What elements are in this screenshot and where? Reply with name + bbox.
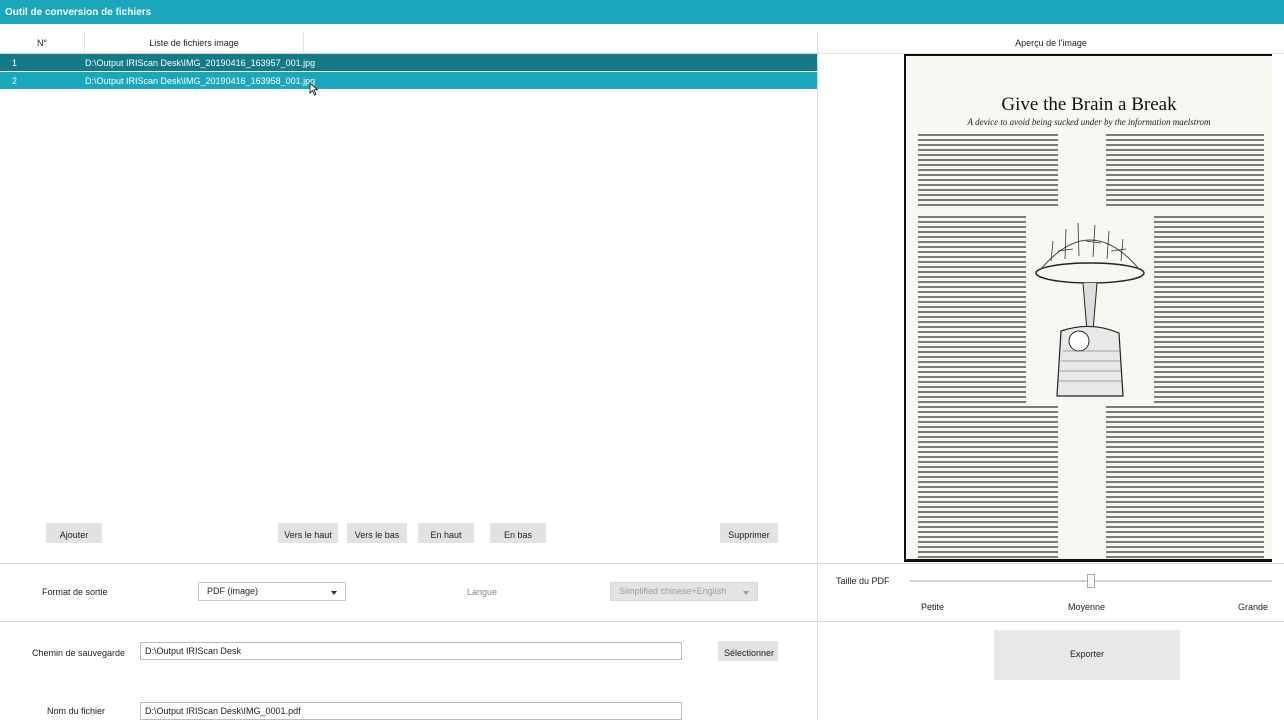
filename-label: Nom du fichier [47,706,106,716]
pdf-size-section: Taille du PDF Petite Moyenne Grande [818,564,1284,622]
title-spacer [0,24,1284,32]
pdf-size-slider-thumb[interactable] [1087,574,1095,588]
pdf-size-label: Taille du PDF [836,576,890,586]
file-row[interactable]: 1 D:\Output IRIScan Desk\IMG_20190416_16… [0,54,817,71]
filename-value: D:\Output IRIScan Desk\IMG_0001.pdf [145,706,301,716]
format-label: Format de sortie [42,587,108,597]
chevron-down-icon [331,591,337,595]
preview-text-column-right-top [1106,134,1264,209]
move-to-top-button[interactable]: En haut [418,523,474,543]
file-list-panel: N° Liste de fichiers image 1 D:\Output I… [0,32,818,564]
file-row-path: D:\Output IRIScan Desk\IMG_20190416_1639… [85,76,316,86]
save-path-value: D:\Output IRIScan Desk [145,646,242,656]
move-to-bottom-button[interactable]: En bas [490,523,546,543]
preview-document: Give the Brain a Break A device to avoid… [904,54,1272,562]
file-row-number: 2 [12,76,18,86]
pdf-size-medium-label: Moyenne [1068,602,1106,612]
format-select[interactable]: PDF (image) [198,582,346,601]
filename-input[interactable]: D:\Output IRIScan Desk\IMG_0001.pdf [140,702,682,720]
preview-doc-title: Give the Brain a Break [1001,94,1177,115]
preview-illustration-icon [1035,222,1145,397]
language-label: Langue [467,587,498,597]
window-title: Outil de conversion de fichiers [5,7,152,18]
output-format-section: Format de sortie PDF (image) Langue Simp… [0,564,818,622]
export-button[interactable]: Exporter [994,630,1180,680]
preview-doc-subtitle: A device to avoid being sucked under by … [967,117,1211,127]
save-path-input[interactable]: D:\Output IRIScan Desk [140,642,682,660]
save-path-label: Chemin de sauvegarde [32,648,126,658]
language-select-value: Simplified chinese+English [619,586,727,596]
window-title-bar: Outil de conversion de fichiers [0,0,1284,24]
move-down-button[interactable]: Vers le bas [347,523,407,543]
file-row[interactable]: 2 D:\Output IRIScan Desk\IMG_20190416_16… [0,72,817,89]
select-folder-button[interactable]: Sélectionner [718,641,778,661]
delete-button[interactable]: Supprimer [720,523,778,543]
preview-header: Aperçu de l'image [818,32,1284,54]
preview-text-column-left-top [918,134,1058,209]
file-row-path: D:\Output IRIScan Desk\IMG_20190416_1639… [85,58,316,68]
preview-text-column-right [1154,216,1264,411]
column-header-number[interactable]: N° [0,32,85,54]
mouse-cursor-icon [309,82,319,96]
save-section: Chemin de sauvegarde D:\Output IRIScan D… [0,622,818,720]
add-button[interactable]: Ajouter [46,523,102,543]
preview-text-column-left [918,216,1026,411]
column-header-empty [304,32,817,54]
format-select-value: PDF (image) [207,586,259,596]
preview-text-column-left-bottom [918,406,1058,559]
pdf-size-small-label: Petite [921,602,945,612]
column-header-files[interactable]: Liste de fichiers image [85,32,304,54]
chevron-down-icon [743,591,749,595]
move-up-button[interactable]: Vers le haut [278,523,338,543]
file-row-number: 1 [12,58,18,68]
preview-text-column-right-bottom [1106,406,1264,559]
pdf-size-large-label: Grande [1238,602,1269,612]
language-select: Simplified chinese+English [610,582,758,601]
